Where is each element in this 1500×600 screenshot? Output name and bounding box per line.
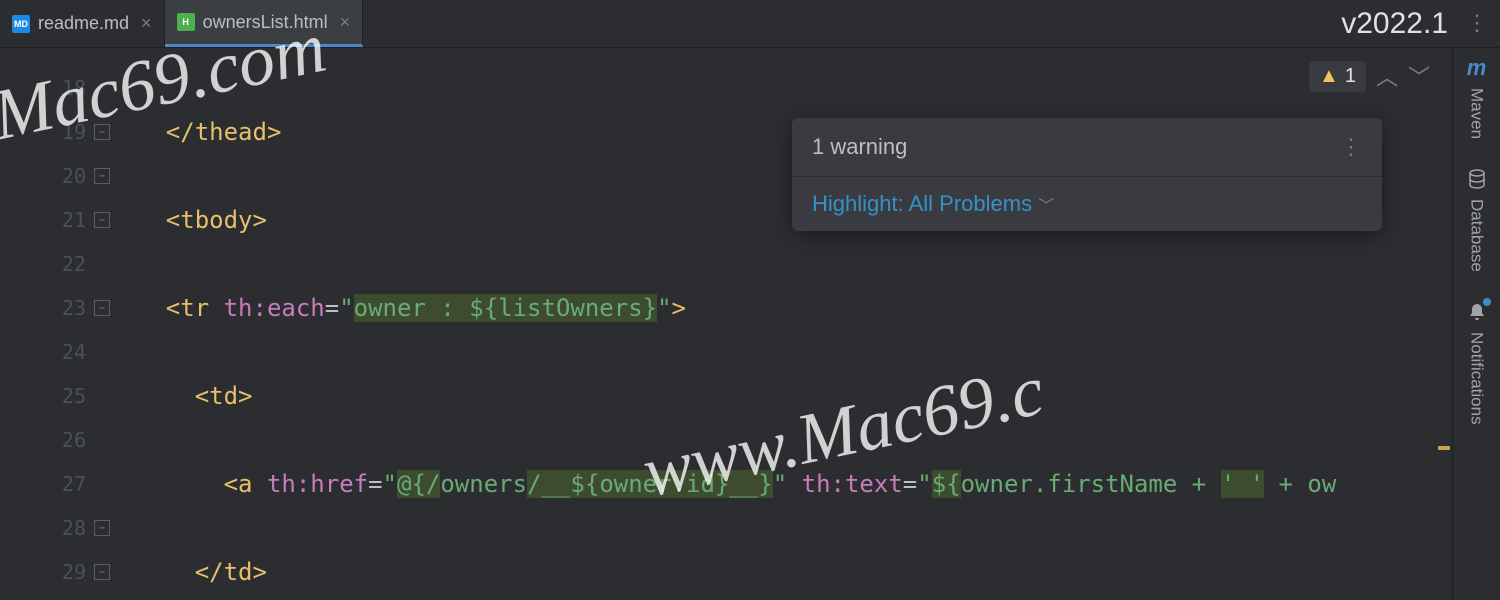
next-problem-icon[interactable]: ﹀ (1408, 60, 1430, 92)
database-icon (1465, 167, 1489, 191)
tab-ownerslist[interactable]: H ownersList.html × (165, 0, 364, 47)
maven-icon: m (1465, 56, 1489, 80)
close-icon[interactable]: × (340, 12, 351, 33)
notifications-tool-button[interactable]: Notifications (1465, 300, 1489, 425)
maven-tool-button[interactable]: m Maven (1465, 56, 1489, 139)
warning-icon: ▲ (1319, 65, 1339, 88)
right-tool-rail: m Maven Database Notifications (1452, 48, 1500, 600)
close-icon[interactable]: × (141, 13, 152, 34)
chevron-down-icon: ﹀ (1038, 192, 1054, 216)
line-number: 22 (0, 242, 108, 286)
line-number: 26 (0, 418, 108, 462)
tabs-container: MD readme.md × H ownersList.html × (0, 0, 363, 47)
warning-marker[interactable] (1438, 446, 1450, 450)
notification-dot-icon (1483, 298, 1491, 306)
version-label: v2022.1 (1341, 7, 1448, 41)
warning-count-badge[interactable]: ▲ 1 (1309, 61, 1366, 92)
tab-bar: MD readme.md × H ownersList.html × v2022… (0, 0, 1500, 48)
line-number: 24 (0, 330, 108, 374)
line-number: 19− (0, 110, 108, 154)
line-gutter: 18 19− 20− 21− 22 23− 24 25 26 27 28− 29… (0, 48, 108, 600)
tab-label: ownersList.html (203, 12, 328, 33)
fold-icon[interactable]: − (94, 564, 110, 580)
fold-icon[interactable]: − (94, 520, 110, 536)
markdown-file-icon: MD (12, 15, 30, 33)
problems-popup: 1 warning ⋮ Highlight: All Problems ﹀ (792, 118, 1382, 231)
database-tool-button[interactable]: Database (1465, 167, 1489, 272)
fold-icon[interactable]: − (94, 212, 110, 228)
highlight-mode-selector[interactable]: Highlight: All Problems ﹀ (792, 177, 1382, 231)
popup-header: 1 warning ⋮ (792, 118, 1382, 177)
bell-icon (1465, 300, 1489, 324)
line-number: 27 (0, 462, 108, 506)
line-number: 28− (0, 506, 108, 550)
line-number: 25 (0, 374, 108, 418)
kebab-menu-icon[interactable]: ⋮ (1340, 134, 1362, 160)
line-number: 18 (0, 66, 108, 110)
scroll-track[interactable] (1436, 96, 1452, 600)
html-file-icon: H (177, 13, 195, 31)
tab-readme[interactable]: MD readme.md × (0, 0, 165, 47)
line-number: 20− (0, 154, 108, 198)
kebab-menu-icon[interactable]: ⋮ (1466, 11, 1488, 36)
fold-icon[interactable]: − (94, 124, 110, 140)
tab-label: readme.md (38, 13, 129, 34)
line-number: 21− (0, 198, 108, 242)
prev-problem-icon[interactable]: ︿ (1376, 60, 1398, 92)
fold-icon[interactable]: − (94, 168, 110, 184)
fold-icon[interactable]: − (94, 300, 110, 316)
line-number: 29− (0, 550, 108, 594)
line-number: 23− (0, 286, 108, 330)
inspection-widget: ▲ 1 ︿ ﹀ (1309, 60, 1430, 92)
